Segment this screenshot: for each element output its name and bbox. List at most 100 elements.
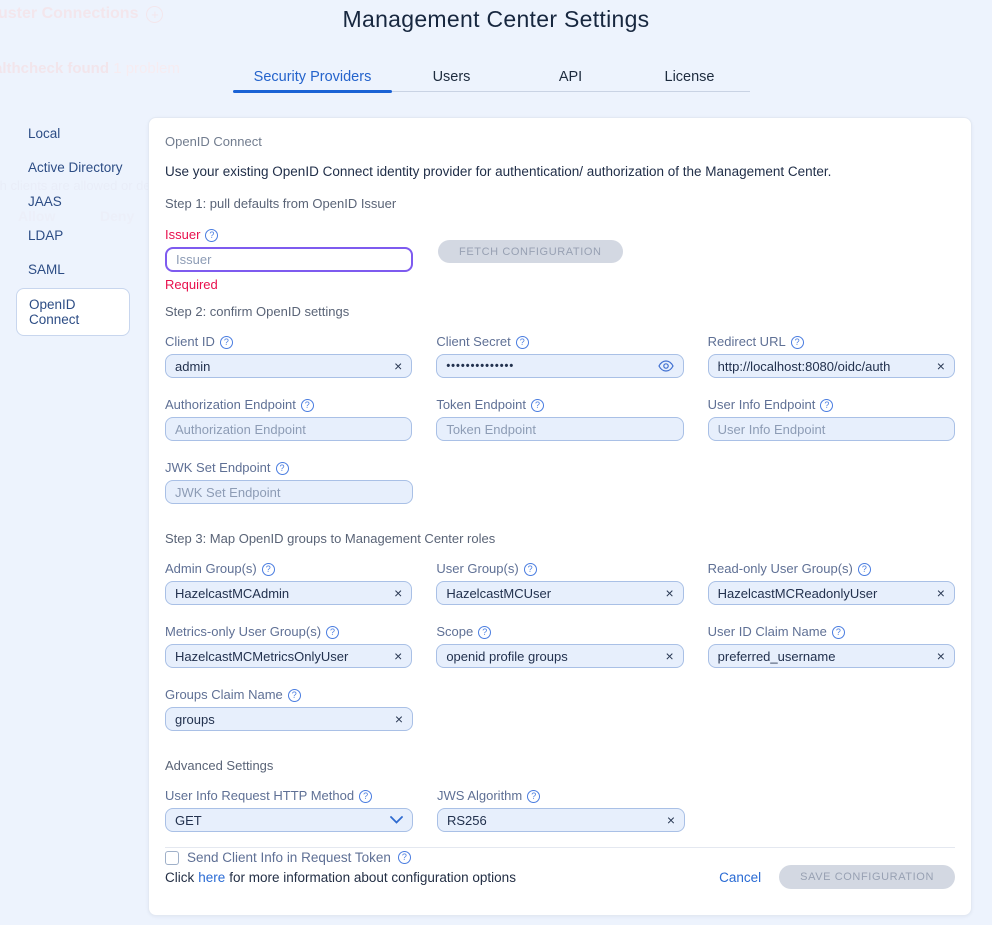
- label-text: Read-only User Group(s): [708, 562, 853, 576]
- user-id-claim-name-input[interactable]: [718, 649, 931, 664]
- step3-title: Step 3: Map OpenID groups to Management …: [165, 531, 955, 546]
- clear-icon[interactable]: ×: [937, 649, 945, 663]
- user-info-endpoint-input[interactable]: [718, 422, 945, 437]
- label-text: Admin Group(s): [165, 562, 257, 576]
- user-groups-input[interactable]: [446, 586, 659, 601]
- admin-groups-input-box: ×: [165, 581, 412, 605]
- label-text: JWK Set Endpoint: [165, 461, 271, 475]
- scope-input[interactable]: [446, 649, 659, 664]
- help-icon[interactable]: ?: [527, 790, 540, 803]
- fetch-configuration-button[interactable]: FETCH CONFIGURATION: [438, 240, 623, 263]
- issuer-required-error: Required: [165, 277, 413, 292]
- user-id-claim-name-label: User ID Claim Name ?: [708, 625, 955, 639]
- help-icon[interactable]: ?: [832, 626, 845, 639]
- settings-tabs: Security Providers Users API License: [233, 62, 750, 92]
- clear-icon[interactable]: ×: [395, 712, 403, 726]
- redirect-url-input[interactable]: [718, 359, 931, 374]
- user-info-request-http-method-select[interactable]: GET: [165, 808, 413, 832]
- help-icon[interactable]: ?: [220, 336, 233, 349]
- admin-groups-input[interactable]: [175, 586, 388, 601]
- jwk-set-endpoint-label: JWK Set Endpoint ?: [165, 461, 413, 475]
- background-text: althcheck found: [0, 60, 109, 77]
- tab-license[interactable]: License: [630, 62, 749, 91]
- label-text: Client Secret: [436, 335, 510, 349]
- step1-title: Step 1: pull defaults from OpenID Issuer: [165, 196, 955, 211]
- token-endpoint-input[interactable]: [446, 422, 673, 437]
- clear-icon[interactable]: ×: [937, 359, 945, 373]
- clear-icon[interactable]: ×: [394, 359, 402, 373]
- label-text: JWS Algorithm: [437, 789, 522, 803]
- redirect-url-field: Redirect URL ? ×: [708, 335, 955, 378]
- groups-claim-name-input-box: ×: [165, 707, 413, 731]
- help-icon[interactable]: ?: [858, 563, 871, 576]
- help-icon[interactable]: ?: [820, 399, 833, 412]
- user-info-endpoint-field: User Info Endpoint ?: [708, 398, 955, 441]
- help-icon[interactable]: ?: [478, 626, 491, 639]
- client-id-label: Client ID ?: [165, 335, 412, 349]
- sidebar-item-active-directory[interactable]: Active Directory: [0, 151, 148, 184]
- help-icon[interactable]: ?: [301, 399, 314, 412]
- label-text: User Info Request HTTP Method: [165, 789, 354, 803]
- jwk-set-endpoint-input-box: [165, 480, 413, 504]
- footer-info: Click here for more information about co…: [165, 870, 516, 885]
- tab-security-providers[interactable]: Security Providers: [233, 62, 392, 91]
- label-text: Authorization Endpoint: [165, 398, 296, 412]
- authorization-endpoint-field: Authorization Endpoint ?: [165, 398, 412, 441]
- clear-icon[interactable]: ×: [937, 586, 945, 600]
- cancel-button[interactable]: Cancel: [719, 870, 761, 885]
- help-icon[interactable]: ?: [288, 689, 301, 702]
- save-configuration-button[interactable]: SAVE CONFIGURATION: [779, 865, 955, 889]
- label-text: Metrics-only User Group(s): [165, 625, 321, 639]
- client-id-field: Client ID ? ×: [165, 335, 412, 378]
- client-secret-input[interactable]: [446, 360, 651, 372]
- client-secret-input-box: [436, 354, 683, 378]
- issuer-label: Issuer ?: [165, 228, 413, 242]
- readonly-user-groups-input[interactable]: [718, 586, 931, 601]
- clear-icon[interactable]: ×: [667, 813, 675, 827]
- tab-api[interactable]: API: [511, 62, 630, 91]
- authorization-endpoint-input[interactable]: [175, 422, 402, 437]
- user-info-request-http-method-label: User Info Request HTTP Method ?: [165, 789, 413, 803]
- jws-algorithm-field: JWS Algorithm ? ×: [437, 789, 685, 832]
- user-groups-label: User Group(s) ?: [436, 562, 683, 576]
- groups-claim-name-field: Groups Claim Name ? ×: [165, 688, 413, 731]
- eye-icon[interactable]: [658, 360, 674, 372]
- sidebar-item-saml[interactable]: SAML: [0, 253, 148, 286]
- user-id-claim-name-field: User ID Claim Name ? ×: [708, 625, 955, 668]
- sidebar-item-jaas[interactable]: JAAS: [0, 185, 148, 218]
- help-icon[interactable]: ?: [531, 399, 544, 412]
- label-text: Redirect URL: [708, 335, 786, 349]
- tab-users[interactable]: Users: [392, 62, 511, 91]
- issuer-label-text: Issuer: [165, 228, 200, 242]
- clear-icon[interactable]: ×: [394, 586, 402, 600]
- help-icon[interactable]: ?: [326, 626, 339, 639]
- footer-info-suffix: for more information about configuration…: [229, 870, 516, 885]
- help-icon[interactable]: ?: [205, 229, 218, 242]
- label-text: Client ID: [165, 335, 215, 349]
- label-text: Groups Claim Name: [165, 688, 283, 702]
- help-icon[interactable]: ?: [516, 336, 529, 349]
- client-secret-field: Client Secret ?: [436, 335, 683, 378]
- help-icon[interactable]: ?: [359, 790, 372, 803]
- background-healthcheck: althcheck found 1 problem: [0, 60, 180, 77]
- clear-icon[interactable]: ×: [665, 649, 673, 663]
- help-icon[interactable]: ?: [524, 563, 537, 576]
- jwk-set-endpoint-input[interactable]: [175, 485, 403, 500]
- here-link[interactable]: here: [198, 870, 225, 885]
- sidebar-item-local[interactable]: Local: [0, 117, 148, 150]
- label-text: User ID Claim Name: [708, 625, 827, 639]
- help-icon[interactable]: ?: [791, 336, 804, 349]
- help-icon[interactable]: ?: [276, 462, 289, 475]
- issuer-input[interactable]: [176, 252, 402, 267]
- client-id-input[interactable]: [175, 359, 388, 374]
- label-text: Scope: [436, 625, 473, 639]
- clear-icon[interactable]: ×: [394, 649, 402, 663]
- groups-claim-name-input[interactable]: [175, 712, 389, 727]
- jws-algorithm-input[interactable]: [447, 813, 661, 828]
- token-endpoint-field: Token Endpoint ?: [436, 398, 683, 441]
- metrics-only-user-groups-input[interactable]: [175, 649, 388, 664]
- clear-icon[interactable]: ×: [665, 586, 673, 600]
- sidebar-item-ldap[interactable]: LDAP: [0, 219, 148, 252]
- sidebar-item-openid-connect[interactable]: OpenID Connect: [16, 288, 130, 336]
- help-icon[interactable]: ?: [262, 563, 275, 576]
